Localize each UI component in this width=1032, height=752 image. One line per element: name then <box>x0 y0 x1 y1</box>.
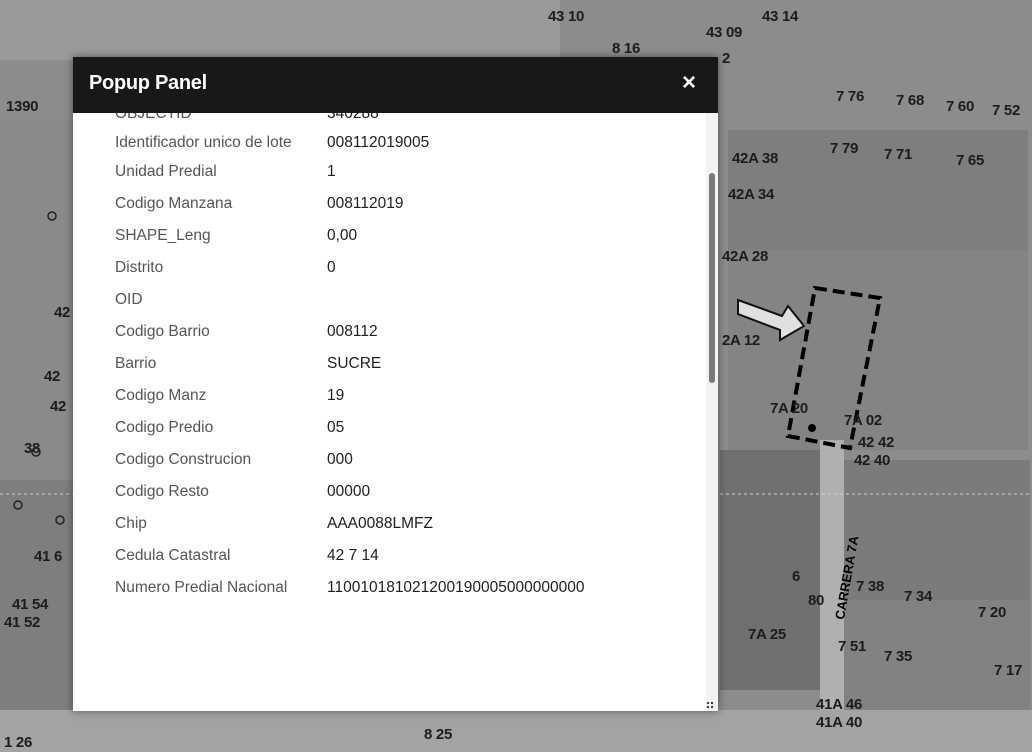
popup-header[interactable]: Popup Panel × <box>73 57 718 113</box>
map-address-label: 7 60 <box>946 98 974 115</box>
attribute-row: Codigo Predio 05 <box>115 417 695 439</box>
attribute-value: 42 7 14 <box>327 547 379 564</box>
popup-body[interactable]: OBJECTID 340288 Identificador unico de l… <box>73 113 718 711</box>
attribute-row: Codigo Resto 00000 <box>115 481 695 503</box>
attribute-label: OID <box>115 291 143 308</box>
map-address-label: 42 <box>44 368 61 385</box>
map-address-label: 7 71 <box>884 146 912 163</box>
popup-panel: Popup Panel × OBJECTID 340288 Identifica… <box>73 57 718 711</box>
attribute-value: 008112 <box>327 323 378 340</box>
attribute-value <box>327 289 695 311</box>
map-address-label: 41A 46 <box>816 696 863 713</box>
map-address-label: 7 76 <box>836 88 864 105</box>
attribute-value: AAA0088LMFZ <box>327 515 433 532</box>
attribute-value: 05 <box>327 419 345 436</box>
map-address-label: 8 25 <box>424 726 452 743</box>
map-address-label: 7 17 <box>994 662 1022 679</box>
map-address-label: 6 <box>792 568 801 585</box>
map-address-label: 43 09 <box>706 24 743 41</box>
map-address-label: 1390 <box>6 98 39 115</box>
attribute-list: OBJECTID 340288 Identificador unico de l… <box>115 113 695 609</box>
attribute-label: Unidad Predial <box>115 163 217 180</box>
map-address-label: 41 6 <box>34 548 62 565</box>
map-address-label: 7 20 <box>978 604 1006 621</box>
map-address-label: 43 10 <box>548 8 585 25</box>
attribute-label: Codigo Resto <box>115 483 209 500</box>
map-address-label: 7 38 <box>856 578 884 595</box>
attribute-label: Identificador unico de lote <box>115 134 292 151</box>
map-address-label: 7 35 <box>884 648 912 665</box>
map-address-label: 7 52 <box>992 102 1020 119</box>
attribute-value: 0,00 <box>327 227 358 244</box>
attribute-row: Codigo Manzana 008112019 <box>115 193 695 215</box>
attribute-label: Codigo Manzana <box>115 195 233 212</box>
map-address-label: 8 16 <box>612 40 640 57</box>
map-address-label: 42A 34 <box>728 186 775 203</box>
attribute-label: Numero Predial Nacional <box>115 579 288 596</box>
attribute-value: 19 <box>327 387 345 404</box>
attribute-label: Codigo Barrio <box>115 323 210 340</box>
attribute-label: OBJECTID <box>115 113 192 122</box>
map-address-label: 42 42 <box>858 434 895 451</box>
resize-grip-icon[interactable] <box>706 701 714 709</box>
attribute-label: Codigo Predio <box>115 419 214 436</box>
attribute-value: 0 <box>327 259 336 276</box>
scrollbar-thumb[interactable] <box>709 173 715 383</box>
map-address-label: 42 <box>54 304 71 321</box>
attribute-row: Numero Predial Nacional 1100101810212001… <box>115 577 695 599</box>
map-address-label: 1 26 <box>4 734 32 751</box>
map-address-label: 41A 40 <box>816 714 863 731</box>
attribute-value: 1 <box>327 163 336 180</box>
map-address-label: 7 79 <box>830 140 858 157</box>
attribute-row: Cedula Catastral 42 7 14 <box>115 545 695 567</box>
attribute-value: 00000 <box>327 483 371 500</box>
map-address-label: 7A 25 <box>748 626 786 643</box>
attribute-row: Codigo Construcion 000 <box>115 449 695 471</box>
popup-title: Popup Panel <box>89 72 207 94</box>
map-address-label: 7 68 <box>896 92 924 109</box>
map-address-label: 41 52 <box>4 614 41 631</box>
attribute-row: Codigo Manz 19 <box>115 385 695 407</box>
attribute-row: Distrito 0 <box>115 257 695 279</box>
attribute-row: Codigo Barrio 008112 <box>115 321 695 343</box>
attribute-label: Chip <box>115 515 147 532</box>
map-address-label: 7A 02 <box>844 412 882 429</box>
map-address-label: 42 <box>50 398 67 415</box>
close-icon[interactable]: × <box>678 71 700 95</box>
attribute-value: SUCRE <box>327 355 382 372</box>
attribute-value: 008112019 <box>327 195 404 212</box>
attribute-row: Unidad Predial 1 <box>115 161 695 183</box>
attribute-label: Distrito <box>115 259 164 276</box>
map-address-label: 7 65 <box>956 152 984 169</box>
map-address-label: 42 40 <box>854 452 891 469</box>
attribute-row: Chip AAA0088LMFZ <box>115 513 695 535</box>
attribute-row: OID <box>115 289 695 311</box>
map-address-label: 41 54 <box>12 596 49 613</box>
attribute-label: Barrio <box>115 355 157 372</box>
map-address-label: 42A 38 <box>732 150 779 167</box>
map-address-label: 42A 28 <box>722 248 769 265</box>
attribute-label: Cedula Catastral <box>115 547 231 564</box>
map-address-label: 2A 12 <box>722 332 760 349</box>
attribute-value: 340288 <box>327 113 379 122</box>
attribute-label: Codigo Construcion <box>115 451 252 468</box>
map-address-label: 7 51 <box>838 638 866 655</box>
attribute-label: SHAPE_Leng <box>115 227 211 244</box>
map-address-label: 2 <box>722 50 731 67</box>
attribute-label: Codigo Manz <box>115 387 207 404</box>
attribute-value: 008112019005 <box>327 134 430 151</box>
map-address-label: 7 34 <box>904 588 932 605</box>
map-address-label: 43 14 <box>762 8 799 25</box>
map-address-label: 38 <box>24 440 41 457</box>
attribute-row: SHAPE_Leng 0,00 <box>115 225 695 247</box>
attribute-value: 000 <box>327 451 353 468</box>
attribute-row: Barrio SUCRE <box>115 353 695 375</box>
attribute-row: OBJECTID 340288 <box>115 113 695 125</box>
popup-scrollbar[interactable] <box>706 113 718 711</box>
attribute-value: 110010181021200190005000000000 <box>327 579 585 596</box>
attribute-row: Identificador unico de lote 008112019005 <box>115 132 695 154</box>
map-address-label: 7A 20 <box>770 400 808 417</box>
map-address-label: 80 <box>808 592 825 609</box>
